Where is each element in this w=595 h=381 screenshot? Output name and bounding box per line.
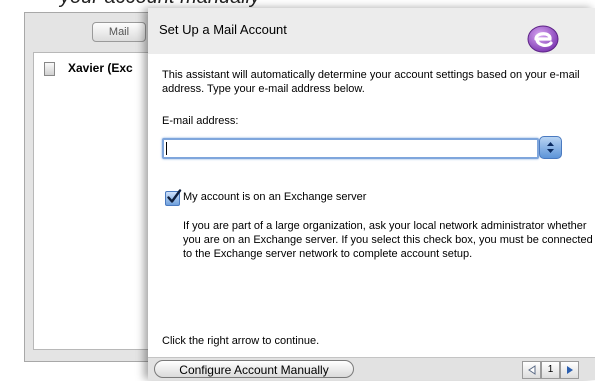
text-cursor bbox=[166, 142, 167, 155]
email-label: E-mail address: bbox=[162, 115, 239, 127]
prev-button[interactable] bbox=[522, 361, 541, 379]
account-name: Xavier (Exc bbox=[68, 61, 133, 75]
configure-manually-button[interactable]: Configure Account Manually bbox=[154, 360, 354, 378]
checkmark-icon bbox=[167, 189, 182, 203]
exchange-help-text: If you are part of a large organization,… bbox=[183, 220, 593, 260]
intro-text: This assistant will automatically determ… bbox=[162, 69, 580, 95]
exchange-checkbox[interactable] bbox=[165, 189, 182, 206]
email-popup-button[interactable] bbox=[539, 136, 562, 159]
next-button[interactable] bbox=[560, 361, 579, 379]
entourage-e-icon bbox=[527, 25, 559, 53]
right-arrow-icon bbox=[566, 366, 573, 374]
continue-instruction: Click the right arrow to continue. bbox=[162, 335, 320, 347]
account-icon bbox=[44, 62, 55, 76]
cropped-text: your account manually bbox=[60, 0, 260, 8]
cropped-header-text: your account manually bbox=[0, 0, 595, 8]
page-number: 1 bbox=[541, 361, 560, 379]
tab-mail[interactable]: Mail bbox=[92, 22, 146, 42]
popup-arrows-icon bbox=[547, 142, 554, 153]
sheet-title: Set Up a Mail Account bbox=[159, 22, 287, 37]
setup-sheet: Set Up a Mail Account This assistant wil… bbox=[148, 8, 595, 380]
bottom-bar: Configure Account Manually 1 bbox=[148, 357, 595, 380]
sheet-content: This assistant will automatically determ… bbox=[148, 54, 595, 357]
exchange-checkbox-label[interactable]: My account is on an Exchange server bbox=[183, 191, 366, 203]
email-field[interactable] bbox=[162, 138, 539, 159]
left-arrow-icon bbox=[527, 365, 535, 375]
